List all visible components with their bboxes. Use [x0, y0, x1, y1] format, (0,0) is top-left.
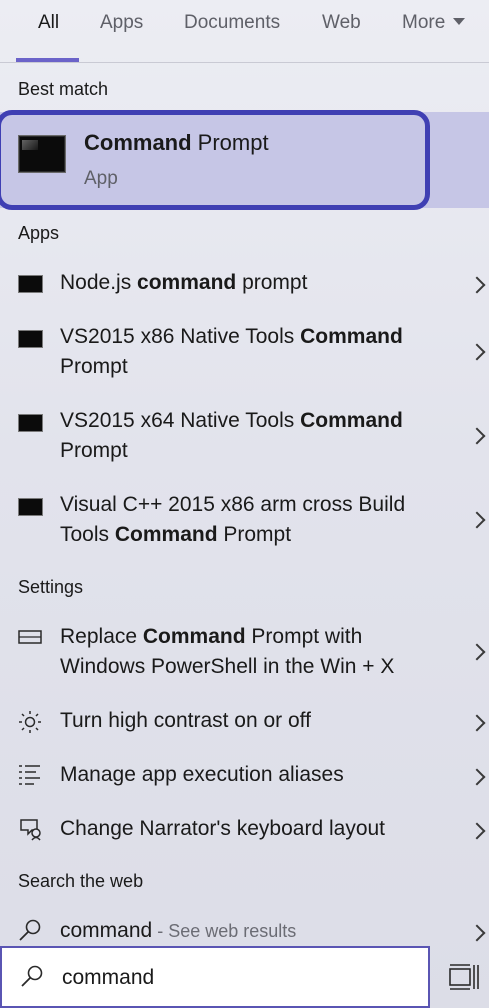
narrator-icon	[20, 819, 41, 841]
app-item-vs2015-x64[interactable]: VS2015 x64 Native Tools Command Prompt	[0, 406, 489, 470]
terminal-icon	[18, 498, 43, 516]
chevron-right-icon	[468, 768, 486, 786]
app-item-label: Visual C++ 2015 x86 arm cross Build Tools…	[60, 490, 405, 550]
active-tab-indicator	[16, 58, 79, 62]
tab-documents[interactable]: Documents	[184, 12, 280, 34]
label-bold: Command	[300, 325, 403, 348]
brightness-icon	[19, 711, 41, 733]
settings-item-narrator[interactable]: Change Narrator's keyboard layout	[0, 810, 489, 850]
settings-item-label: Replace Command Prompt with Windows Power…	[60, 622, 394, 682]
label-part: Replace	[60, 625, 143, 648]
command-prompt-icon	[18, 135, 66, 173]
list-icon	[19, 765, 40, 785]
window-icon	[18, 630, 42, 644]
search-icon	[19, 919, 41, 941]
web-hint: - See web results	[152, 921, 297, 941]
label-bold: Command	[300, 409, 403, 432]
label-bold: Command	[142, 625, 246, 648]
tab-more-label: More	[402, 12, 446, 33]
web-query: command	[60, 919, 153, 942]
chevron-right-icon	[468, 924, 486, 942]
section-search-web: Search the web	[18, 871, 144, 891]
section-best-match: Best match	[18, 79, 109, 99]
label-part: Prompt with	[245, 625, 363, 648]
search-icon	[21, 965, 43, 987]
label-part: Visual C++ 2015 x86 arm cross Build	[60, 493, 406, 516]
chevron-right-icon	[468, 511, 486, 529]
settings-item-label: Change Narrator's keyboard layout	[60, 817, 386, 840]
label-part: Node.js	[60, 271, 138, 294]
app-item-vs2015-x86[interactable]: VS2015 x86 Native Tools Command Prompt	[0, 322, 489, 386]
settings-item-high-contrast[interactable]: Turn high contrast on or off	[0, 702, 489, 742]
label-part: VS2015 x64 Native Tools	[60, 409, 301, 432]
best-match-title: Command Prompt	[84, 130, 269, 156]
app-item-label: Node.js command prompt	[60, 268, 307, 298]
web-result-label: command - See web results	[60, 916, 296, 946]
terminal-icon	[18, 330, 43, 348]
label-bold: command	[137, 271, 237, 294]
search-panel: All Apps Documents Web More Best match C…	[0, 0, 489, 1008]
chevron-right-icon	[468, 714, 486, 732]
chevron-right-icon	[468, 822, 486, 840]
label-part: Prompt	[60, 355, 128, 378]
label-part: prompt	[236, 271, 308, 294]
search-input[interactable]: command	[62, 966, 154, 990]
chevron-right-icon	[468, 276, 486, 294]
tab-more[interactable]: More	[402, 12, 466, 34]
settings-item-replace-cmd[interactable]: Replace Command Prompt with Windows Power…	[0, 622, 489, 686]
best-match-title-rest: Prompt	[191, 130, 269, 155]
label-part: Windows PowerShell in the Win + X	[60, 655, 395, 678]
chevron-down-icon	[453, 18, 466, 25]
chevron-right-icon	[468, 427, 486, 445]
tab-web[interactable]: Web	[322, 12, 361, 34]
section-apps: Apps	[18, 223, 60, 243]
web-result-item[interactable]: command - See web results	[0, 912, 489, 948]
tab-all[interactable]: All	[38, 12, 59, 34]
tab-apps[interactable]: Apps	[100, 12, 143, 34]
section-settings: Settings	[18, 577, 84, 597]
label-part: Tools	[60, 523, 115, 546]
label-part: Prompt	[217, 523, 292, 546]
terminal-icon	[18, 414, 43, 432]
app-item-nodejs[interactable]: Node.js command prompt	[0, 264, 489, 304]
chevron-right-icon	[468, 643, 486, 661]
settings-item-aliases[interactable]: Manage app execution aliases	[0, 756, 489, 796]
search-box[interactable]: command	[0, 946, 430, 1008]
app-item-label: VS2015 x64 Native Tools Command Prompt	[60, 406, 403, 466]
settings-item-label: Manage app execution aliases	[60, 763, 344, 786]
best-match-title-bold: Command	[84, 130, 192, 155]
tab-bar: All Apps Documents Web More	[0, 0, 489, 63]
label-bold: Command	[114, 523, 218, 546]
label-part: VS2015 x86 Native Tools	[60, 325, 301, 348]
task-view-icon[interactable]	[448, 963, 480, 991]
best-match-subtitle: App	[84, 168, 118, 189]
label-part: Prompt	[60, 439, 128, 462]
settings-item-label: Turn high contrast on or off	[60, 709, 311, 732]
terminal-icon	[18, 275, 43, 293]
chevron-right-icon	[468, 343, 486, 361]
app-item-visual-cpp[interactable]: Visual C++ 2015 x86 arm cross Build Tools…	[0, 490, 489, 554]
app-item-label: VS2015 x86 Native Tools Command Prompt	[60, 322, 403, 382]
